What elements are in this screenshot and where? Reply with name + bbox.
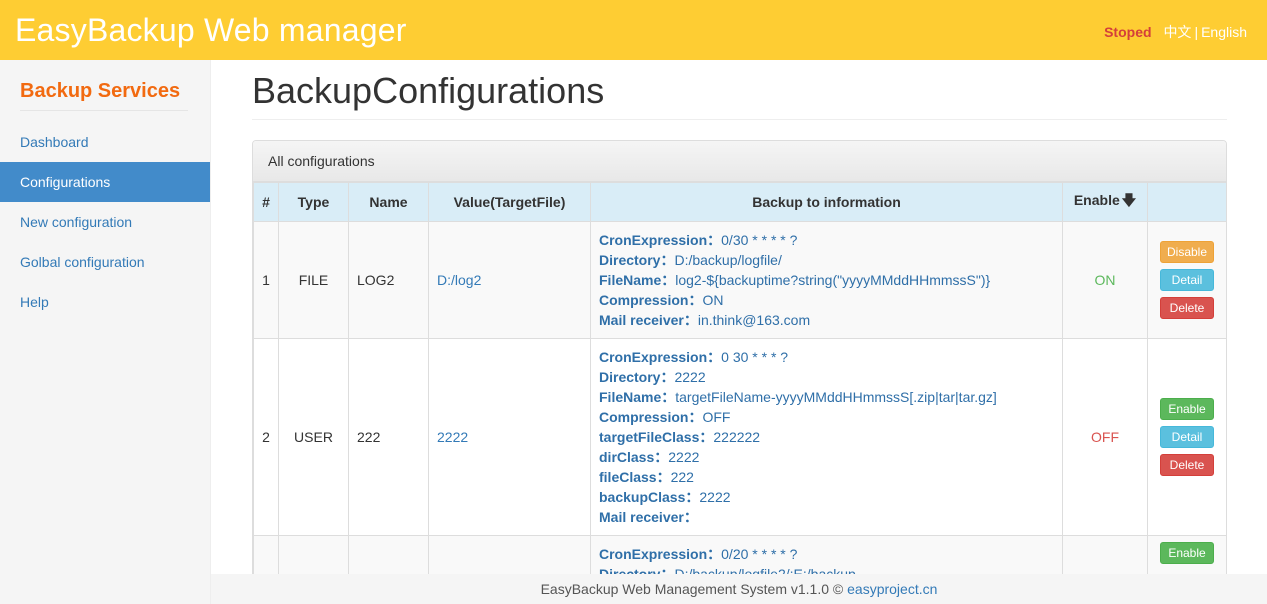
sidebar-item-dashboard[interactable]: Dashboard bbox=[0, 122, 210, 162]
sidebar-item-help[interactable]: Help bbox=[0, 282, 210, 322]
lang-cn-link[interactable]: 中文 bbox=[1163, 24, 1191, 40]
info-val: 2222 bbox=[668, 449, 700, 465]
delete-button[interactable]: Delete bbox=[1160, 454, 1214, 476]
info-key: FileName： bbox=[599, 389, 676, 405]
info-key: Compression： bbox=[599, 409, 703, 425]
page-title: BackupConfigurations bbox=[252, 70, 605, 111]
row-num: 1 bbox=[253, 221, 279, 339]
col-header-enable[interactable]: Enable 🡇 bbox=[1062, 182, 1148, 222]
info-val: 2222 bbox=[674, 369, 706, 385]
col-header-type: Type bbox=[278, 182, 349, 222]
table-row: 1 FILE LOG2 D:/log2 CronExpression：0/30 … bbox=[253, 221, 1226, 339]
info-val: 0/30 * * * * ? bbox=[721, 232, 798, 248]
sidebar: Backup Services Dashboard Configurations… bbox=[0, 60, 211, 604]
col-header-actions bbox=[1147, 182, 1226, 222]
info-val: D:/backup/logfile/ bbox=[674, 252, 782, 268]
table-row: 2 USER 222 2222 CronExpression：0 30 * * … bbox=[253, 338, 1226, 536]
enable-button[interactable]: Enable bbox=[1160, 398, 1214, 420]
info-val: log2-${backuptime?string("yyyyMMddHHmmss… bbox=[675, 272, 991, 288]
arrow-down-icon[interactable]: 🡇 bbox=[1122, 192, 1136, 208]
row-type: USER bbox=[278, 338, 349, 536]
row-name: 222 bbox=[348, 338, 429, 536]
info-key: Directory： bbox=[599, 369, 675, 385]
row-info: CronExpression：0/30 * * * * ? Directory：… bbox=[590, 221, 1063, 339]
info-key: dirClass： bbox=[599, 449, 669, 465]
sidebar-item-global-configuration[interactable]: Golbal configuration bbox=[0, 242, 210, 282]
col-header-info: Backup to information bbox=[590, 182, 1063, 222]
sidebar-item-new-configuration[interactable]: New configuration bbox=[0, 202, 210, 242]
col-header-enable-label: Enable bbox=[1073, 192, 1120, 208]
row-type: FILE bbox=[278, 221, 349, 339]
header-right: Stoped 中文 | English bbox=[1104, 22, 1247, 42]
info-val: targetFileName-yyyyMMddHHmmssS[.zip|tar|… bbox=[675, 389, 997, 405]
top-header: EasyBackup Web manager Stoped 中文 | English bbox=[0, 0, 1267, 60]
info-val: 0 30 * * * ? bbox=[721, 349, 789, 365]
lang-separator: | bbox=[1194, 24, 1199, 40]
disable-button[interactable]: Disable bbox=[1160, 241, 1214, 263]
info-val: OFF bbox=[702, 409, 731, 425]
info-val: 0/20 * * * * ? bbox=[721, 546, 798, 562]
row-value-link[interactable]: 2222 bbox=[428, 338, 591, 536]
sidebar-nav: Dashboard Configurations New configurati… bbox=[0, 122, 210, 322]
info-val: 222 bbox=[670, 469, 694, 485]
col-header-value: Value(TargetFile) bbox=[428, 182, 591, 222]
info-key: fileClass： bbox=[599, 469, 671, 485]
row-value-link[interactable]: D:/log2 bbox=[428, 221, 591, 339]
detail-button[interactable]: Detail bbox=[1160, 269, 1214, 291]
service-status: Stoped bbox=[1104, 24, 1152, 40]
detail-button[interactable]: Detail bbox=[1160, 426, 1214, 448]
info-key: targetFileClass： bbox=[599, 429, 714, 445]
sidebar-item-configurations[interactable]: Configurations bbox=[0, 162, 210, 202]
col-header-name: Name bbox=[348, 182, 429, 222]
row-num: 2 bbox=[253, 338, 279, 536]
configurations-panel: All configurations # Type Name Value(Tar… bbox=[252, 140, 1227, 602]
info-key: Mail receiver： bbox=[599, 509, 698, 525]
app-brand[interactable]: EasyBackup Web manager bbox=[15, 12, 407, 49]
row-name: LOG2 bbox=[348, 221, 429, 339]
info-key: CronExpression： bbox=[599, 349, 722, 365]
info-key: backupClass： bbox=[599, 489, 700, 505]
col-header-num: # bbox=[253, 182, 279, 222]
delete-button[interactable]: Delete bbox=[1160, 297, 1214, 319]
footer: EasyBackup Web Management System v1.1.0 … bbox=[211, 574, 1267, 604]
info-key: FileName： bbox=[599, 272, 676, 288]
row-enable-status: OFF bbox=[1062, 338, 1148, 536]
configurations-table: # Type Name Value(TargetFile) Backup to … bbox=[253, 182, 1226, 601]
info-val: in.think@163.com bbox=[697, 312, 811, 328]
panel-heading: All configurations bbox=[253, 141, 1226, 182]
footer-text: EasyBackup Web Management System v1.1.0 … bbox=[540, 581, 848, 597]
info-key: Mail receiver： bbox=[599, 312, 698, 328]
info-val: 222222 bbox=[713, 429, 761, 445]
title-divider bbox=[252, 119, 1227, 120]
info-key: Compression： bbox=[599, 292, 703, 308]
row-info: CronExpression：0 30 * * * ? Directory：22… bbox=[590, 338, 1063, 536]
info-key: CronExpression： bbox=[599, 546, 722, 562]
info-val: ON bbox=[702, 292, 724, 308]
footer-link[interactable]: easyproject.cn bbox=[847, 581, 937, 597]
row-actions: Disable Detail Delete bbox=[1147, 221, 1226, 339]
table-header-row: # Type Name Value(TargetFile) Backup to … bbox=[253, 182, 1226, 222]
info-key: CronExpression： bbox=[599, 232, 722, 248]
sidebar-title: Backup Services bbox=[20, 80, 188, 111]
row-actions: Enable Detail Delete bbox=[1147, 338, 1226, 536]
lang-en-link[interactable]: English bbox=[1201, 24, 1247, 40]
enable-button[interactable]: Enable bbox=[1160, 542, 1214, 564]
info-key: Directory： bbox=[599, 252, 675, 268]
info-val: 2222 bbox=[699, 489, 731, 505]
row-enable-status: ON bbox=[1062, 221, 1148, 339]
